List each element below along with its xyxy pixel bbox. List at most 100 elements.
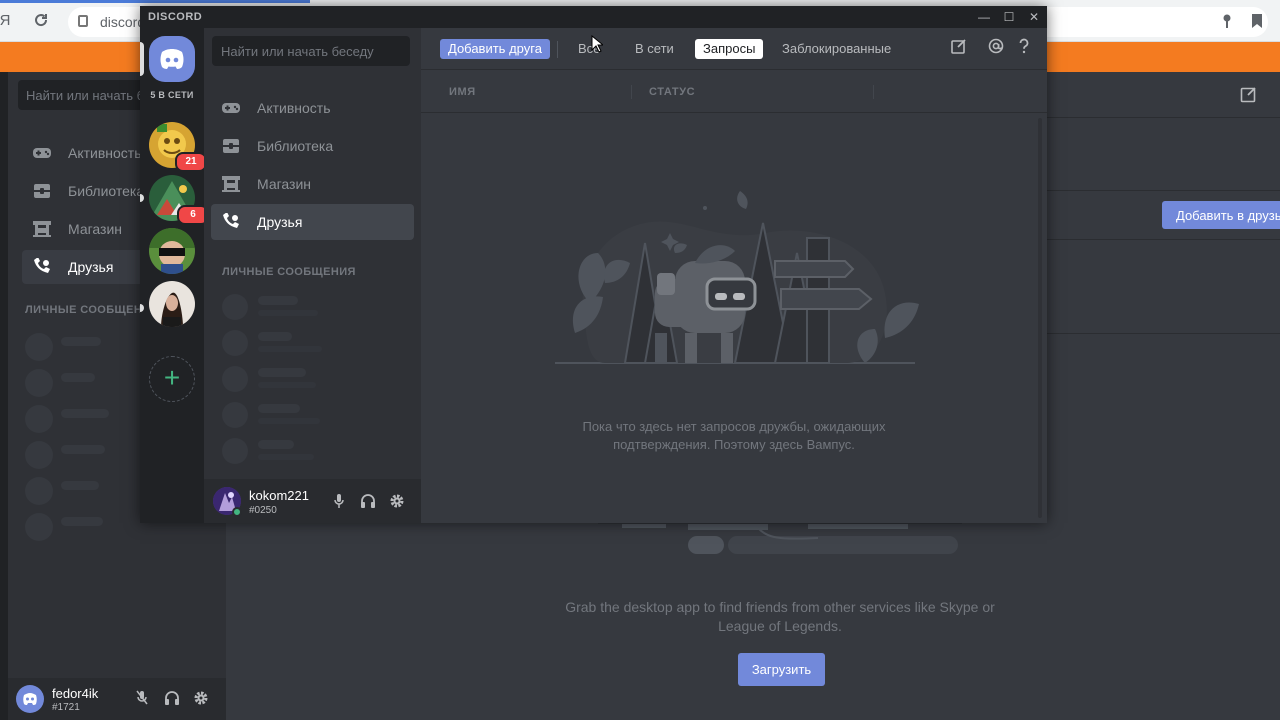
bg-desk-illustration [598, 522, 962, 554]
search-input[interactable]: Найти или начать беседу [212, 36, 410, 66]
tab-blocked[interactable]: Заблокированные [774, 39, 899, 59]
new-dm-icon[interactable] [1240, 85, 1258, 108]
store-icon [222, 176, 240, 192]
headphones-icon[interactable] [359, 493, 377, 511]
bg-add-friend-button[interactable]: Добавить в друзья [1162, 201, 1280, 229]
bg-nav-activity-label: Активность [68, 145, 142, 161]
placeholder-line [258, 346, 322, 352]
add-server-button[interactable]: + [149, 356, 195, 402]
online-status-dot [232, 507, 242, 517]
help-icon[interactable] [1014, 38, 1034, 58]
store-icon [33, 221, 51, 237]
home-button[interactable] [149, 36, 195, 82]
column-name[interactable]: ИМЯ [449, 86, 476, 98]
placeholder-line [258, 310, 318, 316]
bg-divider [1046, 333, 1280, 334]
unread-pill [140, 304, 144, 312]
sidebar: Найти или начать беседу Активность Библи… [204, 28, 421, 523]
nav-friends[interactable]: Друзья [211, 204, 414, 240]
settings-gear-icon[interactable] [192, 690, 210, 708]
friends-icon [223, 213, 239, 228]
maximize-button[interactable]: ☐ [999, 9, 1019, 25]
placeholder-avatar [25, 369, 53, 397]
reload-icon[interactable] [32, 12, 50, 30]
placeholder-avatar [25, 405, 53, 433]
window-titlebar[interactable]: DISCORD — ☐ ✕ [140, 6, 1047, 28]
unread-pill [140, 194, 144, 202]
nav-friends-label: Друзья [257, 214, 303, 230]
library-icon [34, 184, 50, 198]
scrollbar[interactable] [1038, 118, 1042, 518]
bg-download-button[interactable]: Загрузить [738, 653, 825, 686]
friends-column-header: ИМЯ СТАТУС [421, 71, 1047, 113]
placeholder-avatar [222, 402, 248, 428]
friends-icon [34, 258, 50, 273]
placeholder-avatar [25, 513, 53, 541]
nav-activity[interactable]: Активность [211, 90, 414, 126]
server-icon-4[interactable] [149, 281, 195, 327]
wumpus-illustration [555, 191, 919, 364]
placeholder-line [258, 404, 300, 413]
lock-icon [78, 15, 88, 27]
mentions-icon[interactable] [986, 38, 1006, 58]
tab-separator [557, 41, 558, 58]
placeholder-line [258, 332, 292, 341]
bg-user-panel: fedor4ik #1721 [8, 678, 226, 720]
nav-library-label: Библиотека [257, 138, 334, 154]
mute-icon[interactable] [133, 690, 151, 708]
settings-gear-icon[interactable] [388, 493, 406, 511]
browser-tab-fragment[interactable]: Я [0, 12, 14, 30]
library-icon [223, 139, 239, 153]
placeholder-line [61, 373, 95, 382]
nav-library[interactable]: Библиотека [211, 128, 414, 164]
online-count: 5 В СЕТИ [150, 90, 194, 100]
guild-list: 5 В СЕТИ 21 6 + [140, 28, 209, 523]
key-icon[interactable] [1218, 13, 1236, 31]
close-button[interactable]: ✕ [1024, 9, 1044, 25]
bg-nav-store-label: Магазин [68, 221, 123, 237]
bookmark-icon[interactable] [1248, 13, 1266, 31]
tab-online[interactable]: В сети [627, 39, 682, 59]
headphones-icon[interactable] [163, 690, 181, 708]
discord-window: DISCORD — ☐ ✕ 5 В СЕТИ 21 6 + Найти или … [140, 6, 1047, 523]
placeholder-line [61, 409, 109, 418]
minimize-button[interactable]: — [974, 9, 994, 25]
nav-store[interactable]: Магазин [211, 166, 414, 202]
friends-toolbar: Добавить друга Все В сети Запросы Заблок… [421, 28, 1047, 70]
placeholder-avatar [222, 294, 248, 320]
column-divider [631, 85, 632, 99]
discord-logo-icon [160, 49, 184, 69]
bg-nav-friends-label: Друзья [68, 259, 114, 275]
placeholder-avatar [222, 366, 248, 392]
microphone-icon[interactable] [330, 493, 348, 511]
placeholder-line [258, 296, 298, 305]
nav-store-label: Магазин [257, 176, 312, 192]
placeholder-line [61, 481, 99, 490]
tab-requests[interactable]: Запросы [695, 39, 764, 59]
placeholder-line [258, 454, 314, 460]
server-icon-3[interactable] [149, 228, 195, 274]
column-status[interactable]: СТАТУС [649, 86, 695, 98]
gamepad-icon [33, 148, 51, 158]
placeholder-line [258, 418, 320, 424]
placeholder-avatar [222, 330, 248, 356]
placeholder-line [61, 337, 101, 346]
bg-grab-desktop-text: Grab the desktop app to find friends fro… [565, 599, 995, 634]
placeholder-line [258, 440, 294, 449]
selected-guild-pill [140, 42, 144, 76]
placeholder-line [61, 445, 105, 454]
user-panel: kokom221 #0250 [204, 479, 421, 523]
new-group-dm-icon[interactable] [949, 38, 969, 58]
column-divider [873, 85, 874, 99]
placeholder-avatar [222, 438, 248, 464]
avatar[interactable] [16, 685, 44, 713]
add-friend-button[interactable]: Добавить друга [440, 39, 550, 59]
mouse-cursor-icon [591, 35, 603, 53]
bg-guild-strip [0, 72, 8, 720]
placeholder-avatar [25, 441, 53, 469]
gamepad-icon [222, 103, 240, 113]
page-load-progress [0, 0, 310, 3]
unread-badge: 21 [175, 152, 207, 172]
bg-user-tag: #1721 [52, 702, 80, 713]
placeholder-line [258, 368, 306, 377]
